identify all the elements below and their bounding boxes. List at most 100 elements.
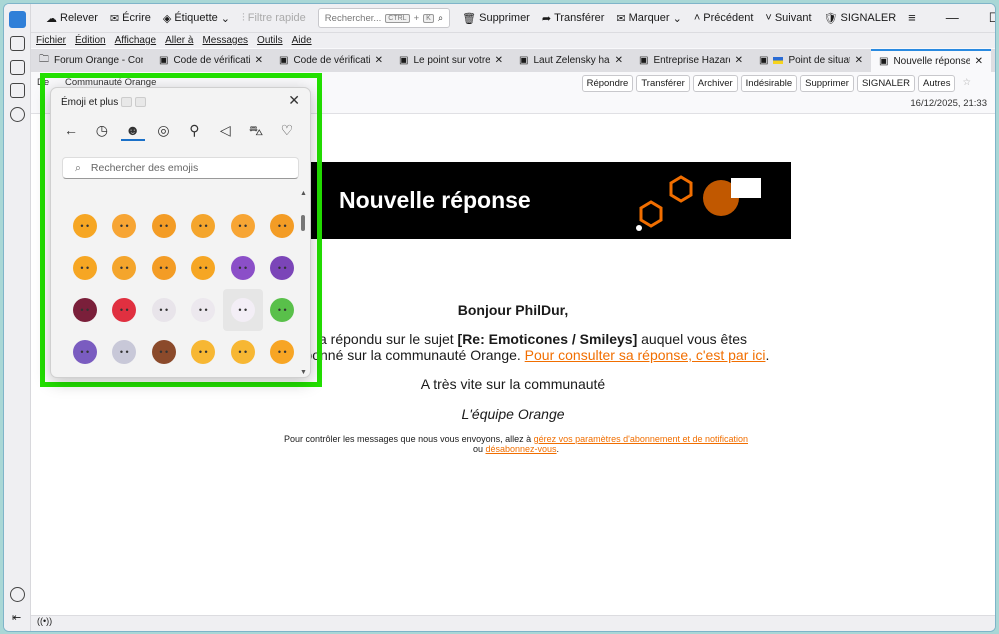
people-icon[interactable]: ◎: [152, 122, 176, 141]
emoji-peeking-face[interactable]: • •: [65, 247, 105, 289]
next-button[interactable]: ˅ Suivant: [765, 12, 811, 24]
emoji-relieved-sweat-face[interactable]: • •: [144, 205, 184, 247]
junk-button[interactable]: Indésirable: [740, 75, 798, 92]
emoji-goblin[interactable]: • •: [105, 289, 145, 331]
folder-icon: 🗀: [39, 54, 49, 65]
emoji-cat-face[interactable]: • •: [184, 331, 224, 373]
email-banner: Nouvelle réponse: [311, 162, 791, 239]
menu-edit[interactable]: Édition: [75, 35, 106, 46]
emoji-grinning-cat[interactable]: • •: [223, 331, 263, 373]
archive-button[interactable]: Archiver: [692, 75, 738, 92]
unsubscribe-link[interactable]: désabonnez-vous: [485, 444, 556, 454]
close-icon[interactable]: ✕: [288, 92, 300, 109]
emoji-nerd-face[interactable]: • •: [184, 247, 224, 289]
tab-message[interactable]: ▣ Code de vérification ✕: [151, 49, 271, 72]
more-button[interactable]: Autres: [918, 75, 956, 92]
emoji-angry-devil[interactable]: • •: [263, 247, 303, 289]
close-icon[interactable]: ✕: [615, 55, 623, 66]
hamburger-menu-icon[interactable]: ≡: [908, 10, 916, 26]
menu-go[interactable]: Aller à: [165, 35, 193, 46]
mail-icon[interactable]: [9, 11, 26, 28]
address-book-icon[interactable]: [10, 36, 25, 51]
scroll-down-icon[interactable]: ▼: [300, 369, 307, 376]
calendar-icon[interactable]: [10, 60, 25, 75]
online-status-icon[interactable]: ((•)): [37, 616, 52, 626]
emoji-shushing-face[interactable]: • •: [223, 205, 263, 247]
emoji-hand-over-mouth-face[interactable]: • •: [263, 205, 303, 247]
forward-button[interactable]: Transférer: [636, 75, 690, 92]
tag-button[interactable]: ◈ Étiquette ⌄: [163, 12, 230, 25]
back-arrow-icon[interactable]: ←: [59, 122, 83, 141]
emoji-sleeping-face[interactable]: • •: [184, 205, 224, 247]
previous-button[interactable]: ˄ Précédent: [694, 12, 754, 24]
emoji-cat-tears-of-joy[interactable]: • •: [263, 331, 303, 373]
close-icon[interactable]: ✕: [735, 55, 743, 66]
emoji-lying-face[interactable]: • •: [65, 205, 105, 247]
emoji-poop[interactable]: • •: [144, 331, 184, 373]
tab-message[interactable]: ▣ Entreprise Hazard p ✕: [631, 49, 751, 72]
minimize-icon[interactable]: —: [946, 10, 959, 26]
collapse-icon[interactable]: ⇤: [12, 611, 21, 624]
tab-message-active[interactable]: ▣ Nouvelle réponse s ✕: [871, 49, 991, 72]
settings-icon[interactable]: [10, 587, 25, 602]
tab-message[interactable]: ▣ Point de situation ✕: [751, 49, 871, 72]
star-icon[interactable]: ☆: [958, 75, 975, 92]
emoji-ghost[interactable]: • •: [223, 289, 263, 331]
emoji-skull[interactable]: • •: [144, 289, 184, 331]
close-icon[interactable]: ✕: [255, 55, 263, 66]
emoji-search-input[interactable]: ⌕ Rechercher des emojis: [62, 157, 299, 179]
emoji-alien[interactable]: • •: [263, 289, 303, 331]
quick-filter-button[interactable]: ⫶ Filtre rapide: [242, 12, 306, 25]
get-mail-button[interactable]: ☁ Relever: [46, 12, 98, 25]
emoji-skull-crossbones[interactable]: • •: [184, 289, 224, 331]
pizza-icon[interactable]: ◁: [213, 122, 237, 141]
menu-file[interactable]: Fichier: [36, 35, 66, 46]
manage-subscription-link[interactable]: gérez vos paramètres d'abonnement et de …: [534, 434, 748, 444]
delete-button[interactable]: 🗑 Supprimer: [462, 12, 530, 25]
menu-help[interactable]: Aide: [292, 35, 312, 46]
close-icon[interactable]: ✕: [375, 55, 383, 66]
report-button[interactable]: SIGNALER: [856, 75, 915, 92]
close-icon[interactable]: ✕: [975, 56, 983, 67]
report-button[interactable]: 🛡 SIGNALER: [824, 12, 897, 25]
view-reply-link[interactable]: Pour consulter sa réponse, c'est par ici: [525, 347, 766, 363]
emoji-smiling-devil[interactable]: • •: [223, 247, 263, 289]
emoji-monocle-face[interactable]: • •: [144, 247, 184, 289]
chat-icon[interactable]: [10, 107, 25, 122]
maximize-icon[interactable]: ☐: [989, 10, 995, 26]
label: Écrire: [122, 12, 151, 24]
tab-folder[interactable]: 🗀 Forum Orange - Comp: [31, 49, 151, 72]
search-input[interactable]: Rechercher... CTRL + K ⌕: [317, 8, 451, 28]
heart-icon[interactable]: ♡: [275, 122, 299, 141]
tab-message[interactable]: ▣ Code de vérification ✕: [271, 49, 391, 72]
emoji-yawning-face[interactable]: • •: [105, 247, 145, 289]
balloon-icon[interactable]: ⚲: [182, 122, 206, 141]
forward-button[interactable]: ➦ Transférer: [542, 12, 605, 25]
message-icon: ▣: [279, 55, 289, 66]
emoji-ogre[interactable]: • •: [65, 289, 105, 331]
scroll-thumb[interactable]: [301, 215, 305, 231]
tab-message[interactable]: ▣ Laut Zelensky habe ✕: [511, 49, 631, 72]
write-button[interactable]: ✉ Écrire: [110, 12, 151, 25]
menu-messages[interactable]: Messages: [202, 35, 248, 46]
emoji-scrollbar[interactable]: ▲ ▼: [300, 190, 307, 376]
close-icon[interactable]: ✕: [855, 55, 863, 66]
tasks-icon[interactable]: [10, 83, 25, 98]
grid-icon[interactable]: [121, 97, 133, 108]
recent-clock-icon[interactable]: ◷: [90, 122, 114, 141]
menu-view[interactable]: Affichage: [115, 35, 157, 46]
car-icon[interactable]: ⛍: [244, 122, 268, 141]
emoji-flushed-face[interactable]: • •: [105, 205, 145, 247]
dot-icon[interactable]: [135, 97, 147, 108]
close-icon[interactable]: ✕: [495, 55, 503, 66]
emoji-alien-monster[interactable]: • •: [65, 331, 105, 373]
emoji-robot[interactable]: • •: [105, 331, 145, 373]
kbd-plus: +: [413, 12, 420, 24]
tab-message[interactable]: ▣ Le point sur votre r ✕: [391, 49, 511, 72]
reply-button[interactable]: Répondre: [581, 75, 634, 92]
smiley-icon[interactable]: ☻: [120, 122, 145, 141]
menu-tools[interactable]: Outils: [257, 35, 283, 46]
mark-button[interactable]: ✉ Marquer ⌄: [616, 12, 681, 25]
scroll-up-icon[interactable]: ▲: [300, 190, 307, 197]
delete-button[interactable]: Supprimer: [800, 75, 854, 92]
